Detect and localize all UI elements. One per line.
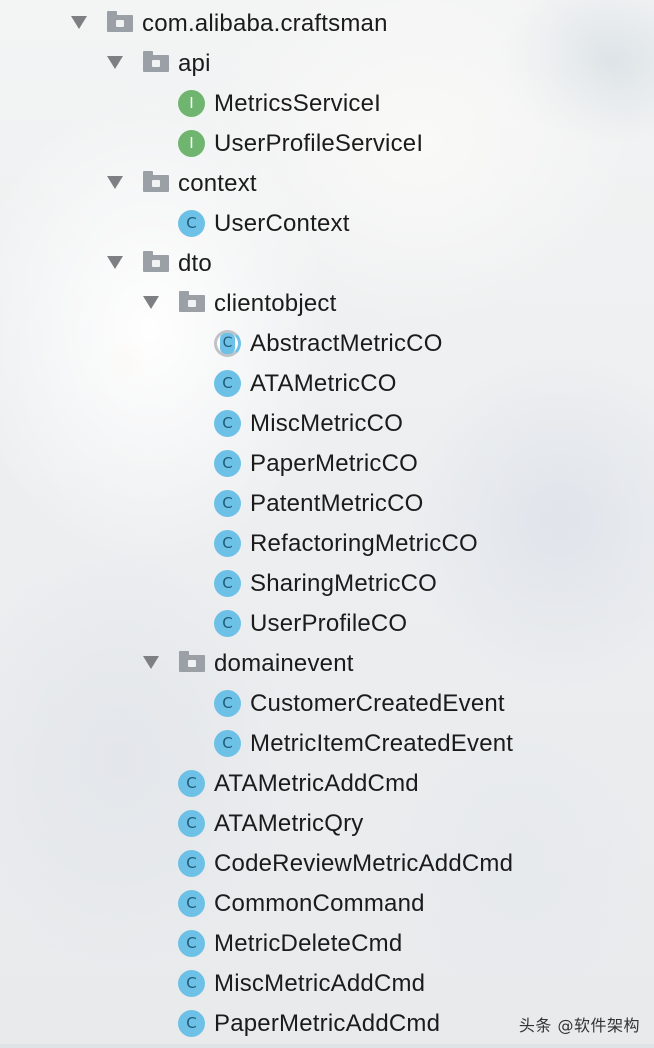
abstract-class-letter: C [222, 335, 233, 351]
tree-row-class[interactable]: C RefactoringMetricCO [0, 522, 654, 562]
tree-row-class[interactable]: C PatentMetricCO [0, 482, 654, 522]
tree-row-package[interactable]: domainevent [0, 642, 654, 682]
tree-row-class[interactable]: C ATAMetricCO [0, 362, 654, 402]
tree-row-class[interactable]: C ATAMetricAddCmd [0, 762, 654, 802]
tree-row-package[interactable]: com.alibaba.craftsman [0, 2, 654, 42]
tree-row-interface[interactable]: I MetricsServiceI [0, 82, 654, 122]
package-folder-icon [107, 11, 133, 32]
tree-item-label: context [178, 170, 257, 197]
class-icon: C [214, 610, 241, 637]
expand-arrow-icon[interactable] [143, 656, 159, 669]
class-icon: C [214, 570, 241, 597]
class-icon: C [178, 1010, 205, 1037]
tree-item-label: CommonCommand [214, 890, 425, 917]
tree-item-label: ATAMetricAddCmd [214, 770, 419, 797]
class-icon: C [178, 970, 205, 997]
tree-item-label: UserContext [214, 210, 350, 237]
package-folder-icon [179, 651, 205, 672]
class-icon: C [178, 770, 205, 797]
class-icon: C [178, 210, 205, 237]
class-icon: C [214, 690, 241, 717]
tree-row-class[interactable]: C ATAMetricQry [0, 802, 654, 842]
tree-item-label: PatentMetricCO [250, 490, 424, 517]
tree-item-label: MiscMetricCO [250, 410, 404, 437]
tree-item-label: PaperMetricAddCmd [214, 1010, 441, 1037]
package-folder-icon [179, 291, 205, 312]
watermark-text: 头条 @软件架构 [518, 1016, 640, 1035]
tree-item-label: MetricItemCreatedEvent [250, 730, 514, 757]
tree-item-label: dto [178, 250, 212, 277]
abstract-class-icon: C [214, 330, 241, 357]
tree-row-class[interactable]: C UserProfileCO [0, 602, 654, 642]
expand-arrow-icon[interactable] [107, 56, 123, 69]
tree-row-package[interactable]: clientobject [0, 282, 654, 322]
tree-row-class[interactable]: C MiscMetricAddCmd [0, 962, 654, 1002]
interface-icon: I [178, 130, 205, 157]
expand-arrow-icon[interactable] [143, 296, 159, 309]
tree-item-label: domainevent [214, 650, 354, 677]
tree-item-label: MetricDeleteCmd [214, 930, 403, 957]
tree-row-class[interactable]: C SharingMetricCO [0, 562, 654, 602]
tree-item-label: PaperMetricCO [250, 450, 418, 477]
package-folder-icon [143, 251, 169, 272]
expand-arrow-icon[interactable] [107, 176, 123, 189]
tree-row-class[interactable]: C CustomerCreatedEvent [0, 682, 654, 722]
class-icon: C [178, 850, 205, 877]
class-icon: C [178, 930, 205, 957]
class-icon: C [214, 530, 241, 557]
package-folder-icon [143, 171, 169, 192]
expand-arrow-icon[interactable] [71, 16, 87, 29]
tree-row-abstract-class[interactable]: C AbstractMetricCO [0, 322, 654, 362]
bottom-divider [0, 1044, 654, 1048]
tree-row-class[interactable]: C MiscMetricCO [0, 402, 654, 442]
tree-row-package[interactable]: api [0, 42, 654, 82]
class-icon: C [214, 450, 241, 477]
class-icon: C [214, 730, 241, 757]
tree-item-label: CodeReviewMetricAddCmd [214, 850, 514, 877]
class-icon: C [214, 410, 241, 437]
class-icon: C [178, 810, 205, 837]
class-icon: C [214, 490, 241, 517]
tree-row-class[interactable]: C CodeReviewMetricAddCmd [0, 842, 654, 882]
tree-item-label: MiscMetricAddCmd [214, 970, 426, 997]
class-icon: C [214, 370, 241, 397]
tree-row-class[interactable]: C MetricDeleteCmd [0, 922, 654, 962]
tree-item-label: UserProfileCO [250, 610, 408, 637]
tree-row-interface[interactable]: I UserProfileServiceI [0, 122, 654, 162]
tree-row-class[interactable]: C UserContext [0, 202, 654, 242]
tree-item-label: CustomerCreatedEvent [250, 690, 505, 717]
tree-row-class[interactable]: C PaperMetricCO [0, 442, 654, 482]
tree-row-class[interactable]: C MetricItemCreatedEvent [0, 722, 654, 762]
tree-item-label: SharingMetricCO [250, 570, 438, 597]
tree-row-package[interactable]: dto [0, 242, 654, 282]
tree-row-package[interactable]: context [0, 162, 654, 202]
tree-item-label: clientobject [214, 290, 337, 317]
interface-icon: I [178, 90, 205, 117]
tree-item-label: AbstractMetricCO [250, 330, 443, 357]
tree-item-label: UserProfileServiceI [214, 130, 424, 157]
tree-item-label: RefactoringMetricCO [250, 530, 478, 557]
tree-item-label: ATAMetricQry [214, 810, 364, 837]
tree-item-label: ATAMetricCO [250, 370, 397, 397]
tree-item-label: api [178, 50, 211, 77]
tree-item-label: com.alibaba.craftsman [142, 10, 388, 37]
expand-arrow-icon[interactable] [107, 256, 123, 269]
class-icon: C [178, 890, 205, 917]
tree-item-label: MetricsServiceI [214, 90, 382, 117]
package-folder-icon [143, 51, 169, 72]
tree-row-class[interactable]: C CommonCommand [0, 882, 654, 922]
